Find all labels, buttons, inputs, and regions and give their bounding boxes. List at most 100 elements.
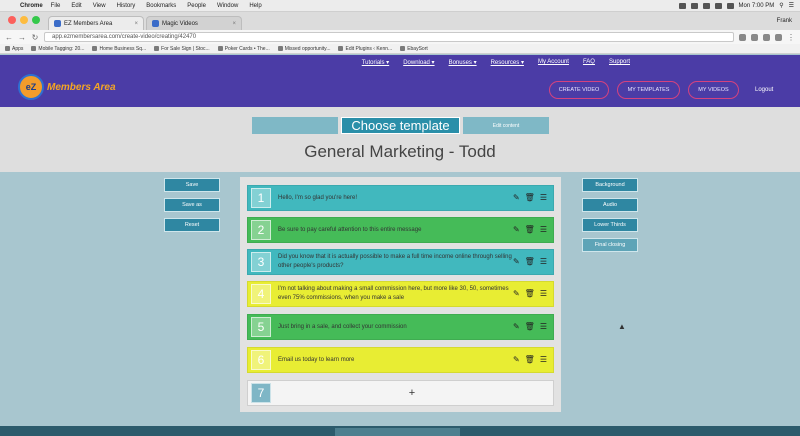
edit-icon[interactable]: ✎ [513, 258, 520, 266]
tab-members-area[interactable]: EZ Members Area × [48, 16, 144, 30]
nav-support[interactable]: Support [609, 59, 630, 66]
trash-icon[interactable]: 🗑 [525, 290, 535, 298]
logout-link[interactable]: Logout [755, 87, 773, 93]
nav-faq[interactable]: FAQ [583, 59, 595, 66]
scene-row[interactable]: 3 Did you know that it is actually possi… [247, 249, 554, 275]
final-closing-button[interactable]: Final closing [582, 238, 638, 252]
add-scene-row[interactable]: 7 + [247, 380, 554, 406]
menu-edit[interactable]: Edit [71, 3, 81, 9]
profile-name[interactable]: Frank [777, 18, 792, 24]
menu-icon[interactable]: ☰ [540, 226, 547, 234]
extension-icon[interactable] [775, 33, 782, 41]
bookmark-item[interactable]: Edit Plugins ‹ Kenn... [338, 46, 392, 52]
menu-window[interactable]: Window [217, 3, 238, 9]
save-button[interactable]: Save [164, 178, 220, 192]
bookmark-item[interactable]: Poker Cards • The... [217, 46, 270, 52]
step-choose-template[interactable]: Choose template [341, 117, 460, 134]
url-text: app.ezmembersarea.com/create-video/creat… [52, 34, 197, 40]
edit-icon[interactable]: ✎ [513, 323, 520, 331]
edit-icon[interactable]: ✎ [513, 356, 520, 364]
add-scene-plus-icon[interactable]: + [271, 387, 553, 399]
reset-button[interactable]: Reset [164, 218, 220, 232]
list-icon[interactable]: ☰ [789, 2, 794, 9]
url-input[interactable]: app.ezmembersarea.com/create-video/creat… [44, 32, 734, 42]
scene-row[interactable]: 1 Hello, I'm so glad you're here! ✎ 🗑 ☰ [247, 185, 554, 211]
tab-magic-videos[interactable]: Magic Videos × [146, 16, 242, 30]
scene-row[interactable]: 2 Be sure to pay careful attention to th… [247, 217, 554, 243]
scene-text: Hello, I'm so glad you're here! [278, 194, 357, 201]
bookmark-item[interactable]: EbaySort [400, 46, 428, 52]
scene-row[interactable]: 5 Just bring in a sale, and collect your… [247, 314, 554, 340]
trash-icon[interactable]: 🗑 [525, 194, 535, 202]
site-header: Tutorials ▾ Download ▾ Bonuses ▾ Resourc… [0, 55, 800, 107]
menu-history[interactable]: History [117, 3, 136, 9]
camera-icon[interactable] [678, 2, 686, 9]
app-name[interactable]: Chrome [20, 3, 43, 9]
menu-people[interactable]: People [187, 3, 206, 9]
menu-file[interactable]: File [51, 3, 61, 9]
nav-bonuses[interactable]: Bonuses ▾ [449, 59, 477, 66]
extension-icon[interactable] [763, 33, 770, 41]
bookmark-item[interactable]: Missed opportunity... [277, 45, 331, 52]
back-icon[interactable]: ← [5, 33, 13, 42]
dropbox-icon[interactable] [690, 2, 698, 9]
bookmark-item[interactable]: For Sale Sign | Stoc... [154, 46, 210, 52]
scene-row[interactable]: 6 Email us today to learn more ✎ 🗑 ☰ [247, 347, 554, 373]
menu-view[interactable]: View [93, 3, 106, 9]
my-videos-button[interactable]: MY VIDEOS [688, 81, 739, 99]
scene-row[interactable]: 4 I'm not talking about making a small c… [247, 281, 554, 307]
menu-icon[interactable]: ☰ [540, 290, 547, 298]
menu-icon[interactable]: ☰ [540, 323, 547, 331]
bookmark-item[interactable]: Home Business Sq... [92, 46, 146, 52]
menu-icon[interactable]: ☰ [540, 258, 547, 266]
scene-controls: ✎ 🗑 ☰ [513, 194, 547, 202]
clock[interactable]: Mon 7:00 PM [739, 3, 775, 9]
volume-icon[interactable] [714, 2, 722, 9]
nav-resources[interactable]: Resources ▾ [491, 59, 524, 66]
edit-icon[interactable]: ✎ [513, 290, 520, 298]
nav-tutorials[interactable]: Tutorials ▾ [362, 59, 389, 66]
menu-bookmarks[interactable]: Bookmarks [146, 3, 176, 9]
lower-thirds-button[interactable]: Lower Thirds [582, 218, 638, 232]
bookmark-icon [154, 46, 160, 51]
forward-icon[interactable]: → [18, 33, 26, 42]
step-edit-content[interactable]: Edit content [463, 117, 549, 134]
my-templates-button[interactable]: MY TEMPLATES [617, 81, 680, 99]
scene-number: 3 [251, 252, 271, 272]
bookmark-label: Missed opportunity... [284, 45, 331, 52]
edit-icon[interactable]: ✎ [513, 226, 520, 234]
close-tab-icon[interactable]: × [134, 21, 138, 27]
close-window-icon[interactable] [8, 16, 16, 24]
background-button[interactable]: Background [582, 178, 638, 192]
scene-controls: ✎ 🗑 ☰ [513, 226, 547, 234]
save-as-button[interactable]: Save as [164, 198, 220, 212]
extension-icon[interactable] [751, 33, 758, 41]
nav-download[interactable]: Download ▾ [403, 59, 434, 66]
step-previous[interactable] [252, 117, 338, 134]
trash-icon[interactable]: 🗑 [525, 258, 535, 266]
audio-button[interactable]: Audio [582, 198, 638, 212]
trash-icon[interactable]: 🗑 [525, 226, 535, 234]
search-icon[interactable]: ⚲ [779, 2, 783, 9]
tab-label: EZ Members Area [64, 20, 113, 27]
wifi-icon[interactable] [702, 2, 710, 9]
scene-controls: ✎ 🗑 ☰ [513, 258, 547, 266]
minimize-window-icon[interactable] [20, 16, 28, 24]
trash-icon[interactable]: 🗑 [525, 323, 535, 331]
bookmark-star-icon[interactable] [739, 33, 746, 41]
site-logo[interactable]: eZ Members Area [18, 74, 116, 100]
chrome-menu-icon[interactable]: ⋮ [787, 33, 795, 42]
bookmark-apps[interactable]: Apps [5, 46, 23, 52]
trash-icon[interactable]: 🗑 [525, 356, 535, 364]
edit-icon[interactable]: ✎ [513, 194, 520, 202]
nav-my-account[interactable]: My Account [538, 59, 569, 66]
create-video-button[interactable]: CREATE VIDEO [549, 81, 609, 99]
menu-help[interactable]: Help [249, 3, 261, 9]
bookmark-item[interactable]: Mobile Tagging: 20... [31, 46, 84, 52]
reload-icon[interactable]: ↻ [31, 33, 39, 42]
menu-icon[interactable]: ☰ [540, 194, 547, 202]
zoom-window-icon[interactable] [32, 16, 40, 24]
menu-icon[interactable]: ☰ [540, 356, 547, 364]
close-tab-icon[interactable]: × [232, 21, 236, 27]
battery-icon[interactable] [726, 2, 734, 9]
